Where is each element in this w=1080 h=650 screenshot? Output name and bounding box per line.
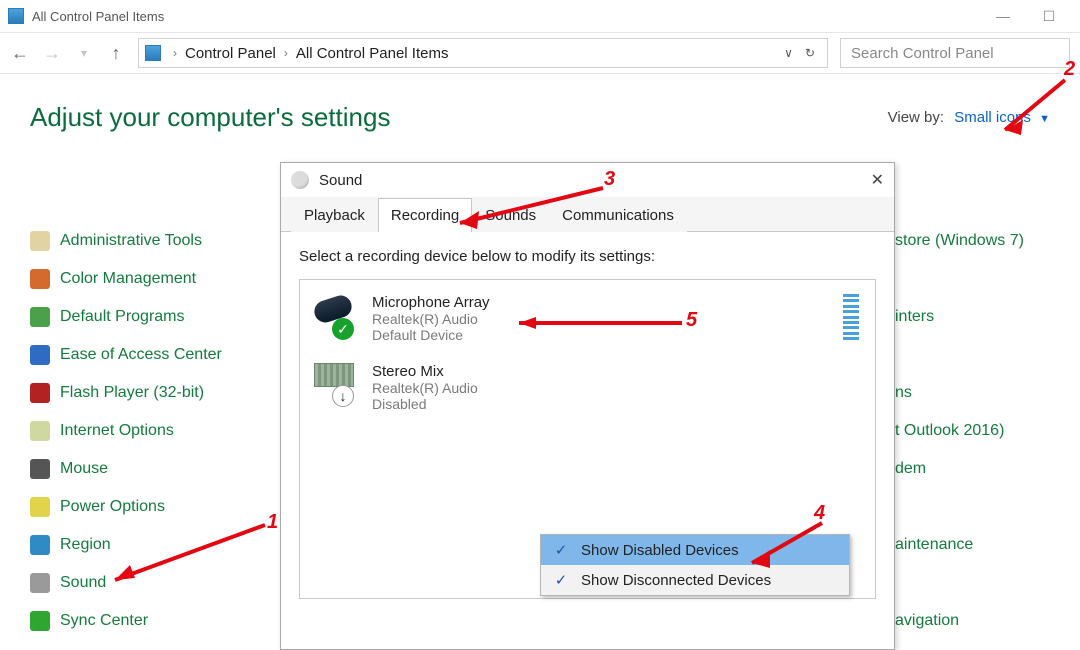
address-refresh-button[interactable]: ↻ [799, 46, 821, 60]
cp-item-icon [30, 307, 50, 327]
cp-item-label: Color Management [60, 270, 196, 288]
cp-item-truncated[interactable]: avigation [895, 612, 1080, 650]
sound-card-icon: ↓ [314, 363, 358, 407]
search-input[interactable]: Search Control Panel [840, 38, 1070, 68]
recent-locations-button[interactable]: ▾ [74, 46, 94, 60]
cp-item-default-programs[interactable]: Default Programs [30, 298, 280, 336]
annotation-arrow-2 [993, 75, 1073, 145]
sound-dialog: Sound ✕ PlaybackRecordingSoundsCommunica… [280, 162, 895, 650]
device-driver: Realtek(R) Audio [372, 311, 490, 327]
device-name: Microphone Array [372, 294, 490, 311]
cp-item-label: Mouse [60, 460, 108, 478]
cp-item-icon [30, 231, 50, 251]
cp-item-internet-options[interactable]: Internet Options [30, 412, 280, 450]
cp-item-truncated[interactable]: dem [895, 460, 1080, 498]
page-title: Adjust your computer's settings [30, 102, 888, 133]
breadcrumb-all-items[interactable]: All Control Panel Items [292, 45, 453, 62]
cp-item-label: Flash Player (32-bit) [60, 384, 204, 402]
check-icon: ✓ [551, 541, 571, 559]
cp-item-label: Power Options [60, 498, 165, 516]
window-app-icon [8, 8, 24, 24]
device-name: Stereo Mix [372, 363, 478, 380]
search-placeholder: Search Control Panel [851, 45, 994, 62]
cp-item-flash-player-32-bit-[interactable]: Flash Player (32-bit) [30, 374, 280, 412]
annotation-arrow-1 [100, 520, 270, 590]
annotation-arrow-3 [445, 183, 610, 233]
device-driver: Realtek(R) Audio [372, 380, 478, 396]
back-button[interactable]: ← [10, 43, 30, 64]
annotation-arrow-4 [740, 518, 830, 573]
cp-item-truncated[interactable]: aintenance [895, 536, 1080, 574]
address-history-dropdown[interactable]: ∨ [778, 46, 799, 60]
cp-item-icon [30, 269, 50, 289]
device-status: Default Device [372, 327, 490, 343]
breadcrumb-separator: › [280, 46, 292, 60]
dialog-title: Sound [319, 172, 362, 189]
cp-item-icon [30, 421, 50, 441]
context-menu-item-label: Show Disabled Devices [581, 542, 739, 559]
cp-item-truncated[interactable]: t Outlook 2016) [895, 422, 1080, 460]
content-header: Adjust your computer's settings View by:… [0, 74, 1080, 139]
cp-item-truncated[interactable]: inters [895, 308, 1080, 346]
cp-item-label: Ease of Access Center [60, 346, 222, 364]
cp-item-icon [30, 611, 50, 631]
cp-item-mouse[interactable]: Mouse [30, 450, 280, 488]
cp-item-icon [30, 497, 50, 517]
minimize-button[interactable]: — [980, 4, 1026, 28]
cp-item-color-management[interactable]: Color Management [30, 260, 280, 298]
cp-item-icon [30, 345, 50, 365]
cp-item-truncated[interactable]: store (Windows 7) [895, 232, 1080, 270]
breadcrumb-control-panel[interactable]: Control Panel [181, 45, 280, 62]
close-button[interactable]: ✕ [871, 170, 884, 190]
context-menu-item-label: Show Disconnected Devices [581, 572, 771, 589]
annotation-arrow-5 [504, 316, 689, 330]
cp-item-icon [30, 383, 50, 403]
check-icon: ✓ [551, 571, 571, 589]
cp-item-label: Sync Center [60, 612, 148, 630]
nav-bar: ← → ▾ ↑ › Control Panel › All Control Pa… [0, 32, 1080, 74]
dialog-hint: Select a recording device below to modif… [299, 248, 876, 265]
view-by-label: View by: [888, 109, 944, 126]
device-text: Stereo MixRealtek(R) AudioDisabled [372, 363, 478, 412]
device-status: Disabled [372, 396, 478, 412]
check-badge-icon: ✓ [332, 318, 354, 340]
window-titlebar: All Control Panel Items — ☐ [0, 0, 1080, 32]
cp-item-label: Internet Options [60, 422, 174, 440]
cp-item-administrative-tools[interactable]: Administrative Tools [30, 222, 280, 260]
forward-button[interactable]: → [42, 43, 62, 64]
cp-item-ease-of-access-center[interactable]: Ease of Access Center [30, 336, 280, 374]
up-button[interactable]: ↑ [106, 43, 126, 64]
maximize-button[interactable]: ☐ [1026, 4, 1072, 28]
disabled-badge-icon: ↓ [332, 385, 354, 407]
address-bar[interactable]: › Control Panel › All Control Panel Item… [138, 38, 828, 68]
device-stereo-mix[interactable]: ↓ Stereo MixRealtek(R) AudioDisabled [310, 357, 865, 426]
window-title: All Control Panel Items [32, 9, 164, 24]
breadcrumb-separator: › [169, 46, 181, 60]
cp-item-icon [30, 459, 50, 479]
cp-item-icon [30, 535, 50, 555]
address-bar-icon [145, 45, 161, 61]
level-meter-icon [843, 294, 859, 340]
tab-playback[interactable]: Playback [291, 198, 378, 232]
cp-item-label: Default Programs [60, 308, 185, 326]
microphone-icon: ✓ [314, 294, 358, 338]
cp-item-icon [30, 573, 50, 593]
sound-dialog-icon [291, 171, 309, 189]
control-panel-items-right: store (Windows 7) inters nst Outlook 2016)… [895, 232, 1080, 650]
cp-item-truncated[interactable]: ns [895, 384, 1080, 422]
device-text: Microphone ArrayRealtek(R) AudioDefault … [372, 294, 490, 343]
cp-item-sync-center[interactable]: Sync Center [30, 602, 280, 640]
cp-item-label: Administrative Tools [60, 232, 202, 250]
